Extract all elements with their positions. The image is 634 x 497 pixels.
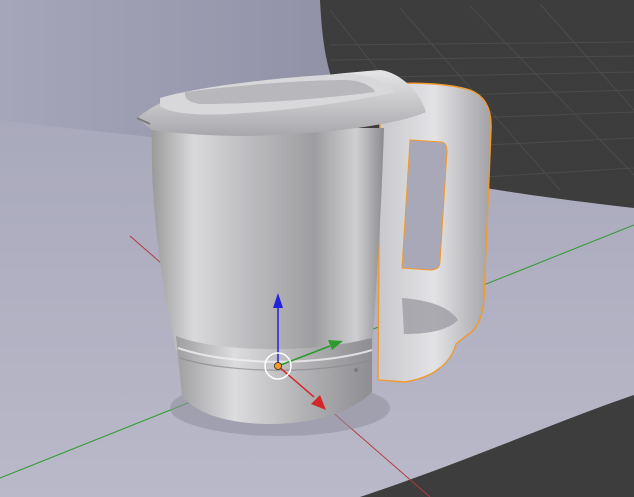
3d-viewport[interactable] — [0, 0, 634, 497]
object-origin — [274, 362, 282, 370]
base-screw — [354, 368, 358, 372]
kettle-base[interactable] — [176, 336, 372, 424]
kettle-body[interactable] — [151, 128, 384, 424]
handle-opening — [401, 139, 448, 271]
viewport-canvas[interactable] — [0, 0, 634, 497]
